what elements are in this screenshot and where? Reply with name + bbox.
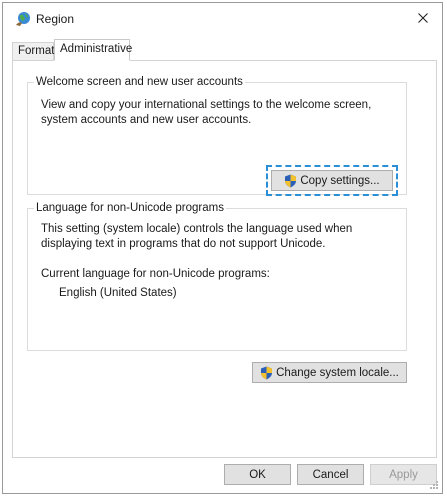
uac-shield-icon [284, 174, 297, 188]
close-icon [418, 13, 428, 23]
tab-formats[interactable]: Formats [12, 42, 60, 60]
welcome-screen-group: Welcome screen and new user accounts Vie… [27, 75, 407, 196]
change-system-locale-button[interactable]: Change system locale... [252, 362, 407, 383]
cancel-button[interactable]: Cancel [297, 464, 364, 485]
resize-grip-icon[interactable] [429, 480, 439, 490]
globe-region-icon [15, 11, 31, 27]
region-dialog: Region Formats Administrative Welcome sc… [2, 2, 443, 494]
uac-shield-icon [260, 366, 273, 380]
non-unicode-group: Language for non-Unicode programs This s… [27, 201, 407, 383]
ok-button[interactable]: OK [224, 464, 291, 485]
copy-settings-button[interactable]: Copy settings... [271, 170, 393, 191]
current-language-label: Current language for non-Unicode program… [41, 268, 270, 280]
apply-button[interactable]: Apply [370, 464, 437, 485]
change-system-locale-label: Change system locale... [276, 366, 399, 379]
window-title: Region [36, 12, 75, 26]
close-button[interactable] [410, 7, 436, 29]
copy-settings-label: Copy settings... [300, 174, 380, 187]
non-unicode-description: This setting (system locale) controls th… [41, 223, 353, 250]
tab-administrative[interactable]: Administrative [54, 39, 132, 61]
title-bar: Region [3, 3, 442, 35]
welcome-description: View and copy your international setting… [41, 99, 372, 126]
non-unicode-legend: Language for non-Unicode programs [34, 201, 226, 215]
welcome-screen-legend: Welcome screen and new user accounts [34, 75, 245, 89]
current-language-value: English (United States) [59, 287, 177, 299]
administrative-panel: Welcome screen and new user accounts Vie… [12, 60, 437, 458]
